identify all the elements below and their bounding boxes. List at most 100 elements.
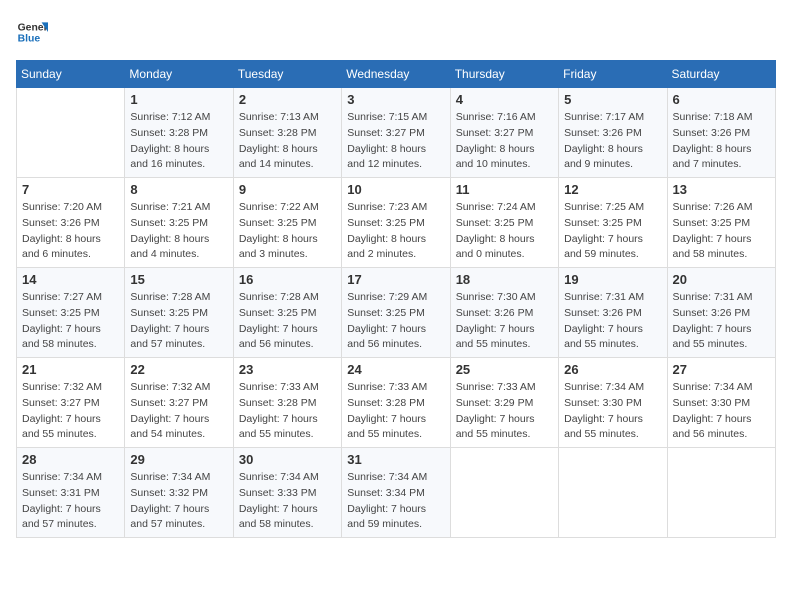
weekday-header-saturday: Saturday [667, 61, 775, 88]
day-number: 23 [239, 362, 336, 377]
logo-icon: General Blue [16, 16, 48, 48]
day-number: 10 [347, 182, 444, 197]
day-info: Sunrise: 7:32 AMSunset: 3:27 PMDaylight:… [130, 380, 227, 443]
calendar-cell: 25 Sunrise: 7:33 AMSunset: 3:29 PMDayligh… [450, 358, 558, 448]
day-number: 3 [347, 92, 444, 107]
day-number: 15 [130, 272, 227, 287]
day-number: 25 [456, 362, 553, 377]
calendar-cell: 5 Sunrise: 7:17 AMSunset: 3:26 PMDaylight… [559, 88, 667, 178]
day-number: 21 [22, 362, 119, 377]
day-info: Sunrise: 7:31 AMSunset: 3:26 PMDaylight:… [564, 290, 661, 353]
day-number: 31 [347, 452, 444, 467]
svg-text:Blue: Blue [18, 34, 41, 45]
day-number: 17 [347, 272, 444, 287]
calendar-cell: 15Sunrise: 7:28 AMSunset: 3:25 PMDayligh… [125, 268, 233, 358]
day-info: Sunrise: 7:21 AMSunset: 3:25 PMDaylight:… [130, 200, 227, 263]
calendar-cell: 6Sunrise: 7:18 AMSunset: 3:26 PMDaylight… [667, 88, 775, 178]
day-number: 26 [564, 362, 661, 377]
day-number: 22 [130, 362, 227, 377]
day-info: Sunrise: 7:29 AMSunset: 3:25 PMDaylight:… [347, 290, 444, 353]
day-info: Sunrise: 7:33 AMSunset: 3:29 PMDaylight:… [456, 380, 553, 443]
calendar-cell: 4 Sunrise: 7:16 AMSunset: 3:27 PMDaylight… [450, 88, 558, 178]
weekday-header-tuesday: Tuesday [233, 61, 341, 88]
calendar-cell: 29Sunrise: 7:34 AMSunset: 3:32 PMDayligh… [125, 448, 233, 538]
day-number: 9 [239, 182, 336, 197]
day-info: Sunrise: 7:34 AMSunset: 3:34 PMDaylight:… [347, 470, 444, 533]
calendar-cell: 11Sunrise: 7:24 AMSunset: 3:25 PMDayligh… [450, 178, 558, 268]
day-info: Sunrise: 7:32 AMSunset: 3:27 PMDaylight:… [22, 380, 119, 443]
calendar-week-row: 1 Sunrise: 7:12 AMSunset: 3:28 PMDaylight… [17, 88, 776, 178]
calendar-cell: 18 Sunrise: 7:30 AMSunset: 3:26 PMDayligh… [450, 268, 558, 358]
day-number: 1 [130, 92, 227, 107]
calendar-cell: 23 Sunrise: 7:33 AMSunset: 3:28 PMDayligh… [233, 358, 341, 448]
day-info: Sunrise: 7:33 AMSunset: 3:28 PMDaylight:… [347, 380, 444, 443]
calendar-cell: 3 Sunrise: 7:15 AMSunset: 3:27 PMDaylight… [342, 88, 450, 178]
day-info: Sunrise: 7:30 AMSunset: 3:26 PMDaylight:… [456, 290, 553, 353]
calendar-cell [17, 88, 125, 178]
day-number: 8 [130, 182, 227, 197]
day-info: Sunrise: 7:27 AMSunset: 3:25 PMDaylight:… [22, 290, 119, 353]
day-number: 4 [456, 92, 553, 107]
calendar-cell: 19 Sunrise: 7:31 AMSunset: 3:26 PMDayligh… [559, 268, 667, 358]
day-info: Sunrise: 7:25 AMSunset: 3:25 PMDaylight:… [564, 200, 661, 263]
calendar-cell: 2Sunrise: 7:13 AMSunset: 3:28 PMDaylight… [233, 88, 341, 178]
day-number: 11 [456, 182, 553, 197]
weekday-header-row: SundayMondayTuesdayWednesdayThursdayFrid… [17, 61, 776, 88]
day-number: 13 [673, 182, 770, 197]
weekday-header-wednesday: Wednesday [342, 61, 450, 88]
weekday-header-sunday: Sunday [17, 61, 125, 88]
day-info: Sunrise: 7:13 AMSunset: 3:28 PMDaylight:… [239, 110, 336, 173]
day-info: Sunrise: 7:34 AMSunset: 3:30 PMDaylight:… [564, 380, 661, 443]
day-info: Sunrise: 7:17 AMSunset: 3:26 PMDaylight:… [564, 110, 661, 173]
calendar-cell: 7 Sunrise: 7:20 AMSunset: 3:26 PMDaylight… [17, 178, 125, 268]
calendar-cell: 12 Sunrise: 7:25 AMSunset: 3:25 PMDayligh… [559, 178, 667, 268]
day-info: Sunrise: 7:31 AMSunset: 3:26 PMDaylight:… [673, 290, 770, 353]
day-number: 20 [673, 272, 770, 287]
calendar-cell: 13 Sunrise: 7:26 AMSunset: 3:25 PMDayligh… [667, 178, 775, 268]
day-number: 7 [22, 182, 119, 197]
calendar-cell: 22 Sunrise: 7:32 AMSunset: 3:27 PMDayligh… [125, 358, 233, 448]
calendar-cell: 26 Sunrise: 7:34 AMSunset: 3:30 PMDayligh… [559, 358, 667, 448]
calendar-week-row: 7 Sunrise: 7:20 AMSunset: 3:26 PMDaylight… [17, 178, 776, 268]
day-number: 14 [22, 272, 119, 287]
day-number: 19 [564, 272, 661, 287]
day-number: 18 [456, 272, 553, 287]
weekday-header-thursday: Thursday [450, 61, 558, 88]
calendar-cell: 10Sunrise: 7:23 AMSunset: 3:25 PMDayligh… [342, 178, 450, 268]
day-number: 24 [347, 362, 444, 377]
day-number: 29 [130, 452, 227, 467]
calendar-cell [667, 448, 775, 538]
calendar-table: SundayMondayTuesdayWednesdayThursdayFrid… [16, 60, 776, 538]
calendar-cell: 30Sunrise: 7:34 AMSunset: 3:33 PMDayligh… [233, 448, 341, 538]
day-info: Sunrise: 7:33 AMSunset: 3:28 PMDaylight:… [239, 380, 336, 443]
day-number: 27 [673, 362, 770, 377]
day-info: Sunrise: 7:16 AMSunset: 3:27 PMDaylight:… [456, 110, 553, 173]
calendar-cell: 17 Sunrise: 7:29 AMSunset: 3:25 PMDayligh… [342, 268, 450, 358]
day-number: 6 [673, 92, 770, 107]
logo: General Blue [16, 16, 56, 48]
calendar-cell: 31 Sunrise: 7:34 AMSunset: 3:34 PMDayligh… [342, 448, 450, 538]
calendar-cell: 20 Sunrise: 7:31 AMSunset: 3:26 PMDayligh… [667, 268, 775, 358]
day-info: Sunrise: 7:22 AMSunset: 3:25 PMDaylight:… [239, 200, 336, 263]
calendar-cell: 24 Sunrise: 7:33 AMSunset: 3:28 PMDayligh… [342, 358, 450, 448]
calendar-cell: 8 Sunrise: 7:21 AMSunset: 3:25 PMDaylight… [125, 178, 233, 268]
day-number: 12 [564, 182, 661, 197]
day-number: 5 [564, 92, 661, 107]
calendar-week-row: 21 Sunrise: 7:32 AMSunset: 3:27 PMDayligh… [17, 358, 776, 448]
day-number: 28 [22, 452, 119, 467]
calendar-cell: 14 Sunrise: 7:27 AMSunset: 3:25 PMDayligh… [17, 268, 125, 358]
weekday-header-friday: Friday [559, 61, 667, 88]
day-info: Sunrise: 7:12 AMSunset: 3:28 PMDaylight:… [130, 110, 227, 173]
day-number: 30 [239, 452, 336, 467]
calendar-cell: 9 Sunrise: 7:22 AMSunset: 3:25 PMDaylight… [233, 178, 341, 268]
day-info: Sunrise: 7:20 AMSunset: 3:26 PMDaylight:… [22, 200, 119, 263]
weekday-header-monday: Monday [125, 61, 233, 88]
day-info: Sunrise: 7:26 AMSunset: 3:25 PMDaylight:… [673, 200, 770, 263]
day-info: Sunrise: 7:15 AMSunset: 3:27 PMDaylight:… [347, 110, 444, 173]
calendar-cell: 21 Sunrise: 7:32 AMSunset: 3:27 PMDayligh… [17, 358, 125, 448]
calendar-cell [559, 448, 667, 538]
calendar-week-row: 14 Sunrise: 7:27 AMSunset: 3:25 PMDayligh… [17, 268, 776, 358]
calendar-week-row: 28Sunrise: 7:34 AMSunset: 3:31 PMDayligh… [17, 448, 776, 538]
header: General Blue [16, 16, 776, 48]
calendar-cell: 1 Sunrise: 7:12 AMSunset: 3:28 PMDaylight… [125, 88, 233, 178]
